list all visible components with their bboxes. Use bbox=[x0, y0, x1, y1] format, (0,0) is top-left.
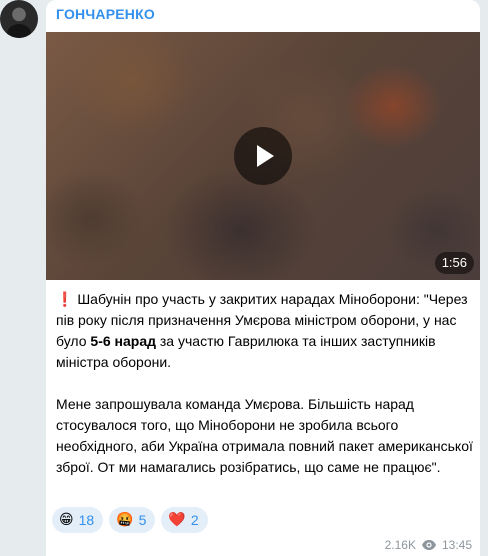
message-paragraph-1: ❗ Шабунін про участь у закритих нарадах … bbox=[56, 289, 474, 373]
paragraph-1-bold: 5-6 нарад bbox=[90, 333, 156, 349]
play-button[interactable] bbox=[234, 127, 292, 185]
reaction-grin[interactable]: 😁 18 bbox=[52, 507, 104, 533]
play-icon bbox=[257, 145, 274, 167]
channel-avatar[interactable] bbox=[0, 0, 38, 38]
heart-emoji-icon: ❤️ bbox=[168, 512, 186, 528]
angry-emoji-icon: 🤬 bbox=[116, 512, 134, 528]
message-text: ❗ Шабунін про участь у закритих нарадах … bbox=[56, 289, 474, 478]
reaction-count: 18 bbox=[78, 512, 95, 528]
video-duration: 1:56 bbox=[434, 252, 474, 274]
reaction-heart[interactable]: ❤️ 2 bbox=[161, 507, 208, 533]
reaction-count: 2 bbox=[190, 512, 199, 528]
message-paragraph-2: Мене запрошувала команда Умєрова. Більші… bbox=[56, 396, 473, 475]
exclamation-icon: ❗ bbox=[56, 291, 74, 307]
message-footer: 2.16K 13:45 bbox=[385, 538, 472, 552]
grin-emoji-icon: 😁 bbox=[59, 512, 74, 528]
reaction-angry[interactable]: 🤬 5 bbox=[109, 507, 156, 533]
message-bubble: ГОНЧАРЕНКО 1:56 ❗ Шабунін про участь у з… bbox=[46, 0, 480, 556]
view-count: 2.16K bbox=[384, 538, 416, 552]
message-time: 13:45 bbox=[441, 538, 472, 552]
eye-icon bbox=[421, 540, 436, 550]
channel-name[interactable]: ГОНЧАРЕНКО bbox=[56, 6, 155, 22]
reactions-bar: 😁 18 🤬 5 ❤️ 2 bbox=[52, 507, 208, 533]
video-preview[interactable]: 1:56 bbox=[46, 32, 480, 280]
reaction-count: 5 bbox=[138, 512, 147, 528]
